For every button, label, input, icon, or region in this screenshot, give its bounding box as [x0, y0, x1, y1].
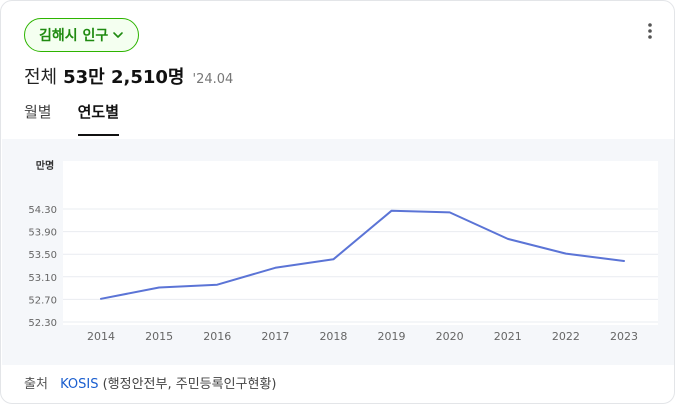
tab-yearly[interactable]: 연도별 — [77, 101, 120, 136]
more-options-button[interactable] — [640, 19, 660, 43]
x-tick-label: 2018 — [319, 330, 347, 343]
data-point-2015[interactable] — [157, 286, 161, 290]
source-note: 출처 KOSIS (행정안전부, 주민등록인구현황) — [24, 373, 276, 392]
period-tabs: 월별 연도별 — [24, 101, 120, 136]
source-link-kosis[interactable]: KOSIS — [60, 377, 98, 392]
x-tick-label: 2017 — [261, 330, 289, 343]
data-point-2020[interactable] — [448, 210, 452, 214]
x-tick-label: 2021 — [494, 330, 522, 343]
population-line-chart: 만명 52.30 52.70 53.10 53.50 53.90 54.30 2014 20… — [28, 159, 658, 343]
chart-area: 만명 52.30 52.70 53.10 53.50 53.90 54.30 2014 20… — [2, 139, 674, 365]
y-tick-label: 52.70 — [28, 295, 57, 306]
more-vertical-icon — [648, 23, 652, 39]
region-selector-chip[interactable]: 김해시 인구 — [24, 18, 140, 52]
x-tick-label: 2015 — [145, 330, 173, 343]
data-point-2014[interactable] — [99, 297, 103, 301]
tab-monthly[interactable]: 월별 — [24, 101, 52, 136]
y-tick-label: 53.90 — [28, 228, 57, 239]
population-summary: 전체 53만 2,510명 '24.04 — [24, 63, 233, 89]
total-label: 전체 — [24, 67, 58, 88]
y-tick-label: 53.10 — [28, 273, 57, 284]
source-detail: (행정안전부, 주민등록인구현황) — [102, 377, 277, 392]
reference-date: '24.04 — [192, 72, 234, 87]
data-point-2016[interactable] — [215, 283, 219, 287]
data-point-2017[interactable] — [273, 266, 277, 270]
x-tick-label: 2020 — [436, 330, 464, 343]
data-point-2021[interactable] — [506, 237, 510, 241]
y-tick-label: 54.30 — [28, 205, 57, 216]
plot-background — [63, 161, 658, 325]
data-point-2022[interactable] — [564, 252, 568, 256]
x-tick-label: 2014 — [87, 330, 115, 343]
population-card: 김해시 인구 전체 53만 2,510명 '24.04 월별 연도별 만명 52… — [0, 0, 675, 404]
x-tick-label: 2022 — [552, 330, 580, 343]
x-tick-label: 2019 — [378, 330, 406, 343]
x-tick-label: 2016 — [203, 330, 231, 343]
source-label: 출처 — [24, 377, 48, 392]
data-point-2019[interactable] — [390, 209, 394, 213]
x-tick-label: 2023 — [610, 330, 638, 343]
chevron-down-icon — [113, 32, 124, 38]
y-tick-label: 53.50 — [28, 250, 57, 261]
y-tick-label: 52.30 — [28, 318, 57, 329]
y-unit-label: 만명 — [36, 159, 54, 172]
data-point-2018[interactable] — [331, 257, 335, 261]
chip-label: 김해시 인구 — [39, 28, 109, 44]
total-value: 53만 2,510명 — [63, 67, 185, 88]
data-point-2023[interactable] — [622, 259, 626, 263]
